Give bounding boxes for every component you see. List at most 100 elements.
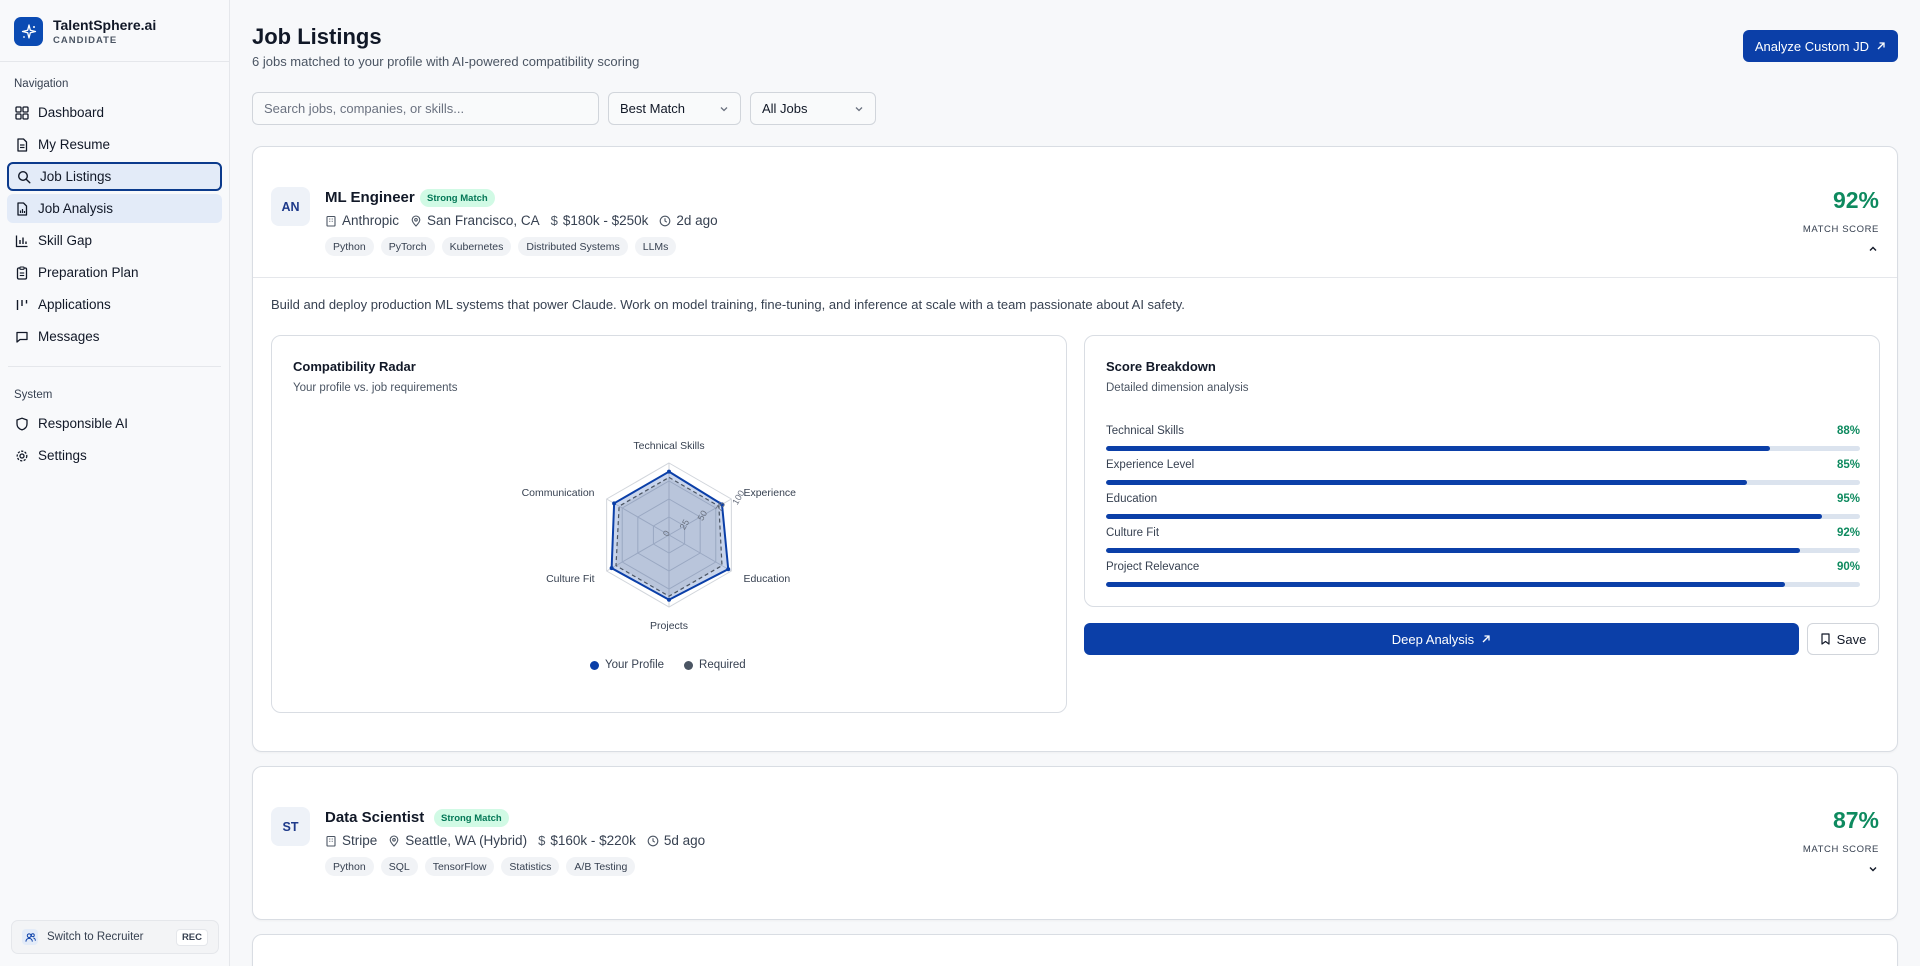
radar-axis-label: Projects bbox=[650, 620, 688, 632]
sidebar-item-my-resume[interactable]: My Resume bbox=[7, 130, 222, 159]
sparkle-logo-icon bbox=[14, 17, 43, 46]
skill-tag: LLMs bbox=[634, 237, 677, 256]
map-pin-icon bbox=[411, 214, 421, 227]
switch-to-recruiter-button[interactable]: Switch to Recruiter REC bbox=[11, 920, 219, 954]
job-card[interactable]: ST Data Scientist Strong Match Stripe Se… bbox=[252, 766, 1898, 920]
posted: 5d ago bbox=[647, 833, 705, 848]
salary-text: $160k - $220k bbox=[550, 833, 636, 848]
breakdown-value: 92% bbox=[1836, 527, 1860, 539]
sidebar-item-label: Responsible AI bbox=[38, 416, 129, 431]
radar-axis-label: Communication bbox=[522, 487, 595, 499]
chevron-down-icon[interactable] bbox=[1867, 863, 1879, 875]
save-button[interactable]: Save bbox=[1807, 623, 1879, 655]
sidebar-item-job-analysis[interactable]: Job Analysis bbox=[7, 194, 222, 223]
main-content: Job Listings 6 jobs matched to your prof… bbox=[230, 0, 1920, 966]
sidebar-item-skill-gap[interactable]: Skill Gap bbox=[7, 226, 222, 255]
radar-axis-label: Experience bbox=[743, 487, 796, 499]
job-card-header[interactable]: AN ML Engineer Strong Match Anthropic Sa… bbox=[253, 147, 1897, 277]
document-icon bbox=[17, 137, 28, 152]
deep-analysis-label: Deep Analysis bbox=[1391, 631, 1475, 647]
skill-tag: Statistics bbox=[501, 857, 560, 876]
job-title: Data Scientist bbox=[325, 809, 425, 826]
sidebar-item-label: Skill Gap bbox=[38, 233, 93, 248]
breakdown-value: 88% bbox=[1836, 425, 1860, 437]
sidebar-item-label: Messages bbox=[38, 329, 100, 344]
clipboard-icon bbox=[16, 265, 28, 280]
job-card[interactable] bbox=[252, 934, 1898, 966]
location-text: Seattle, WA (Hybrid) bbox=[405, 833, 528, 848]
legend-item-required: Required bbox=[684, 659, 746, 671]
search-input[interactable]: Search jobs, companies, or skills... bbox=[252, 92, 599, 125]
sidebar-item-dashboard[interactable]: Dashboard bbox=[7, 98, 222, 127]
sort-select[interactable]: Best Match bbox=[608, 92, 741, 125]
score-breakdown-panel: Score Breakdown Detailed dimension analy… bbox=[1084, 335, 1880, 607]
panel-title: Compatibility Radar bbox=[293, 359, 416, 374]
radar-point bbox=[612, 501, 617, 506]
sidebar-item-applications[interactable]: Applications bbox=[7, 290, 222, 319]
building-icon bbox=[326, 835, 336, 847]
compatibility-radar-panel: Compatibility Radar Your profile vs. job… bbox=[271, 335, 1067, 713]
page-title: Job Listings bbox=[252, 24, 382, 49]
posted-text: 2d ago bbox=[676, 213, 718, 228]
sidebar-item-messages[interactable]: Messages bbox=[7, 322, 222, 351]
progress-track bbox=[1106, 548, 1860, 553]
radar-point bbox=[609, 566, 614, 571]
map-pin-icon bbox=[389, 834, 399, 847]
sidebar-item-job-listings[interactable]: Job Listings bbox=[7, 162, 222, 191]
breakdown-label: Culture Fit bbox=[1106, 527, 1160, 539]
progress-fill bbox=[1106, 548, 1800, 553]
panel-subtitle: Detailed dimension analysis bbox=[1106, 382, 1249, 394]
skill-tags: Python SQL TensorFlow Statistics A/B Tes… bbox=[325, 857, 636, 876]
deep-analysis-button[interactable]: Deep Analysis bbox=[1084, 623, 1799, 655]
sidebar-divider bbox=[8, 366, 221, 367]
location: San Francisco, CA bbox=[410, 213, 540, 228]
external-arrow-icon bbox=[1877, 42, 1885, 50]
sidebar-item-settings[interactable]: Settings bbox=[7, 441, 222, 470]
search-icon bbox=[17, 170, 31, 184]
users-icon bbox=[22, 929, 38, 945]
legend-dot bbox=[590, 660, 599, 670]
switch-label: Switch to Recruiter bbox=[47, 931, 144, 943]
search-placeholder: Search jobs, companies, or skills... bbox=[264, 101, 465, 116]
skill-tag: SQL bbox=[380, 857, 418, 876]
external-arrow-icon bbox=[1482, 635, 1490, 643]
columns-icon bbox=[16, 299, 28, 310]
bookmark-icon bbox=[1821, 633, 1830, 645]
job-card-header[interactable]: ST Data Scientist Strong Match Stripe Se… bbox=[253, 767, 1897, 921]
breakdown-value: 95% bbox=[1836, 493, 1860, 505]
match-badge: Strong Match bbox=[434, 809, 509, 827]
grid-icon bbox=[15, 105, 29, 120]
sidebar-item-label: Job Analysis bbox=[38, 201, 114, 216]
company-name: Anthropic bbox=[342, 213, 400, 228]
salary: $ $180k - $250k bbox=[551, 213, 649, 228]
salary: $ $160k - $220k bbox=[538, 833, 636, 848]
analyze-custom-jd-button[interactable]: Analyze Custom JD bbox=[1742, 30, 1898, 62]
radar-axis-label: Culture Fit bbox=[546, 573, 595, 585]
company: Anthropic bbox=[325, 213, 399, 228]
job-card: AN ML Engineer Strong Match Anthropic Sa… bbox=[252, 146, 1898, 752]
skill-tag: Distributed Systems bbox=[518, 237, 628, 256]
job-description: Build and deploy production ML systems t… bbox=[271, 297, 1185, 312]
legend-item-profile: Your Profile bbox=[590, 659, 664, 671]
breakdown-label: Experience Level bbox=[1106, 459, 1195, 471]
progress-track bbox=[1106, 582, 1860, 587]
skill-tag: PyTorch bbox=[380, 237, 435, 256]
system-heading: System bbox=[14, 389, 53, 401]
match-score-label: MATCH SCORE bbox=[1802, 224, 1879, 235]
job-type-select[interactable]: All Jobs bbox=[750, 92, 876, 125]
gear-icon bbox=[16, 450, 28, 461]
sidebar-item-responsible-ai[interactable]: Responsible AI bbox=[7, 409, 222, 438]
sidebar-item-label: Applications bbox=[38, 297, 111, 312]
clock-icon bbox=[660, 215, 671, 226]
chevron-up-icon[interactable] bbox=[1867, 243, 1879, 255]
progress-fill bbox=[1106, 514, 1823, 519]
sidebar-item-preparation-plan[interactable]: Preparation Plan bbox=[7, 258, 222, 287]
company-avatar: AN bbox=[271, 187, 310, 226]
radar-chart: 0255075 100Technical SkillsExperienceEduc… bbox=[522, 440, 797, 632]
progress-track bbox=[1106, 446, 1860, 451]
progress-track bbox=[1106, 480, 1860, 485]
file-chart-icon bbox=[17, 201, 28, 216]
bar-chart-icon bbox=[15, 235, 28, 247]
rec-badge: REC bbox=[175, 928, 208, 946]
brand[interactable]: TalentSphere.ai CANDIDATE bbox=[0, 0, 229, 62]
